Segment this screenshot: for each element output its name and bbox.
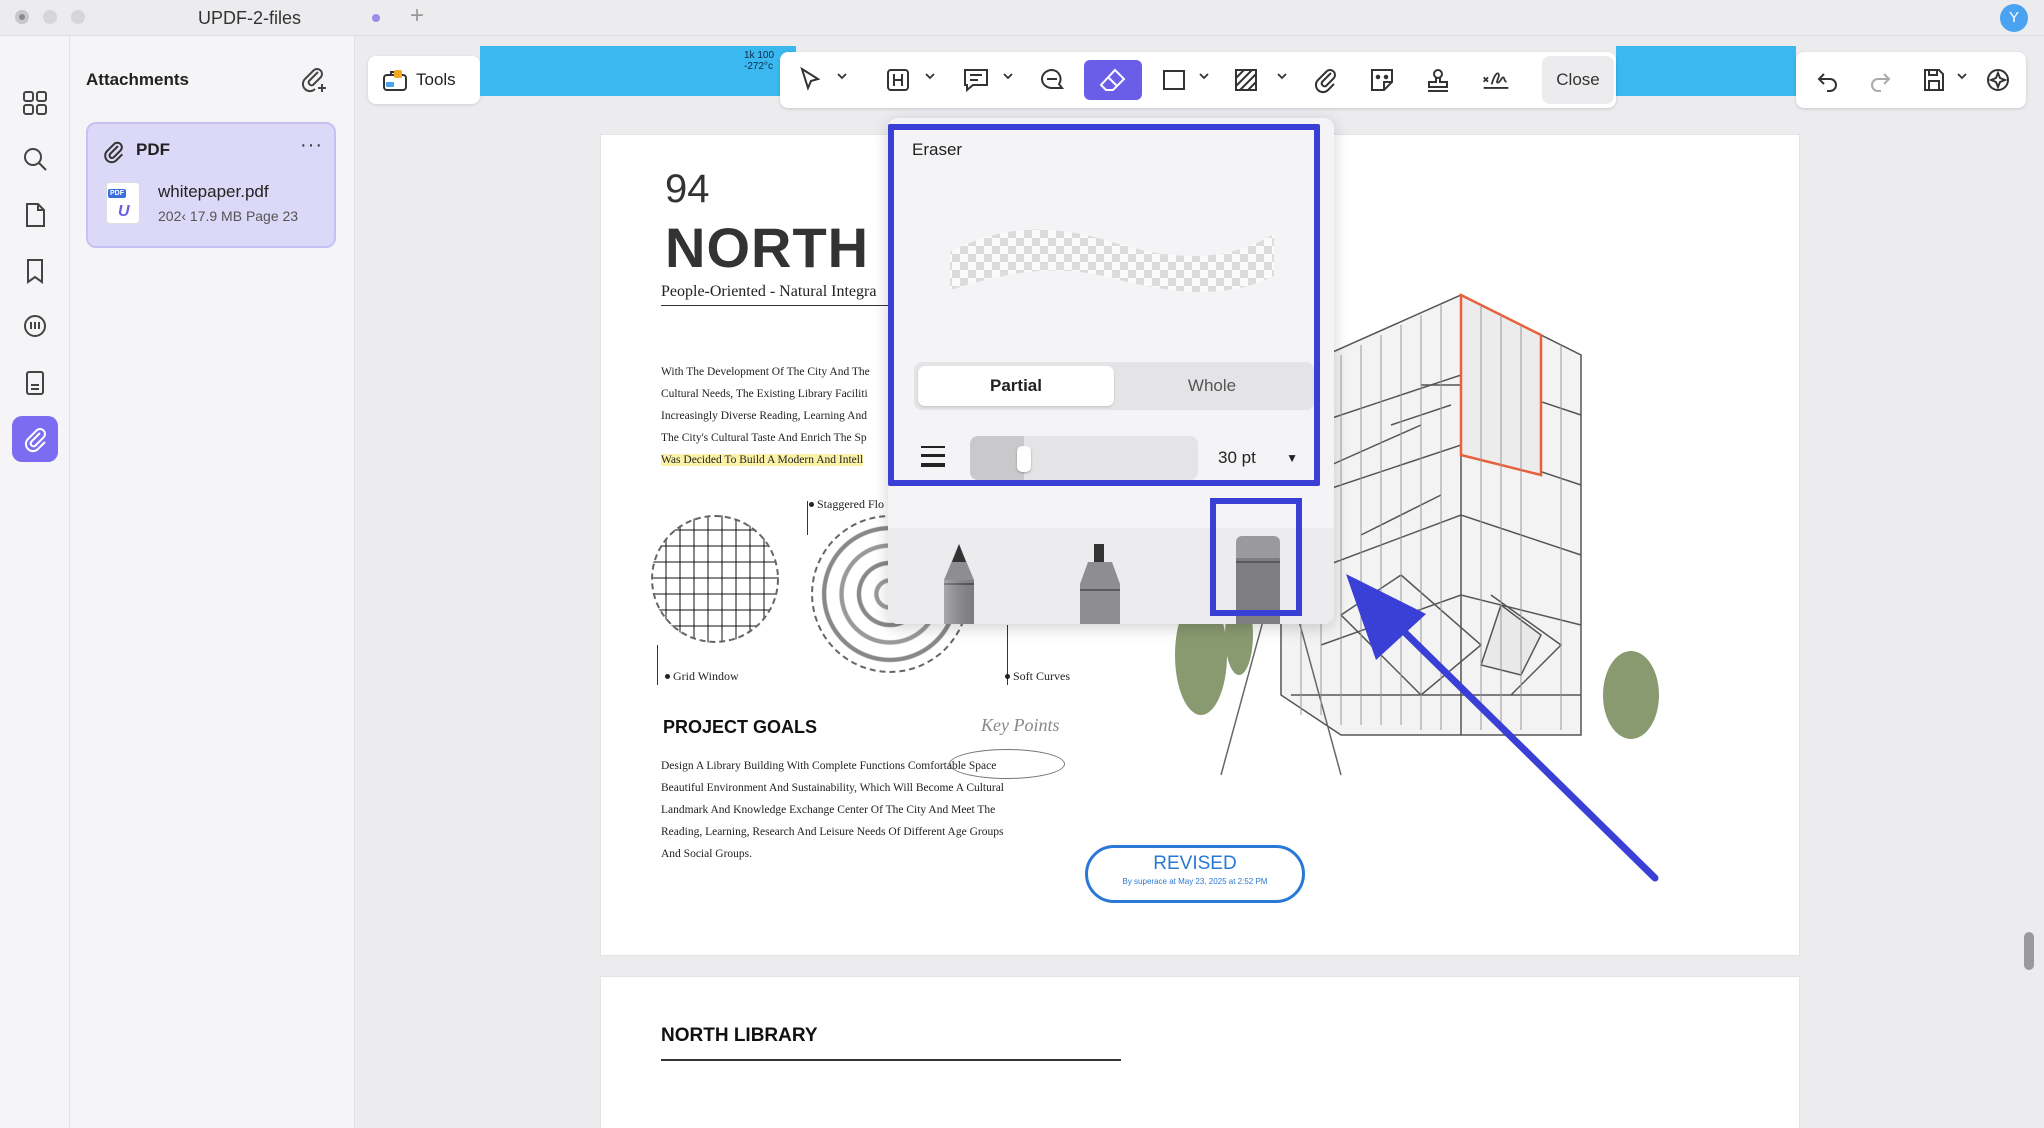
stamp-icon[interactable] xyxy=(1418,60,1458,100)
eraser-icon[interactable] xyxy=(1084,60,1142,100)
attachment-card[interactable]: PDF ··· PDF U whitepaper.pdf 202‹ 17.9 M… xyxy=(86,122,336,248)
highlight-icon[interactable] xyxy=(878,60,918,100)
close-toolbar-button[interactable]: Close xyxy=(1542,56,1614,104)
pages-icon[interactable] xyxy=(12,192,58,238)
intro-text: With The Development Of The City And The… xyxy=(661,366,870,466)
tools-button[interactable]: Tools xyxy=(368,56,480,104)
eraser-popover: Eraser Partial Whole 30 pt ▼ xyxy=(888,118,1334,624)
callout-soft-curves: Soft Curves xyxy=(1005,669,1070,683)
redo-icon[interactable] xyxy=(1862,60,1898,100)
new-tab-button[interactable]: + xyxy=(410,4,424,28)
grid-window-image xyxy=(651,515,779,643)
marker-tip-icon[interactable] xyxy=(1074,540,1126,624)
add-attachment-icon[interactable] xyxy=(298,64,328,94)
callout-grid-window: Grid Window xyxy=(665,669,739,683)
pencil-tip-icon[interactable] xyxy=(938,540,980,624)
page2-title: NORTH LIBRARY xyxy=(661,1025,818,1046)
pointer-arrow-annotation xyxy=(1346,574,1659,882)
attachment-icon[interactable] xyxy=(1306,60,1346,100)
chevron-down-icon[interactable] xyxy=(1276,70,1288,82)
bookmark-icon[interactable] xyxy=(12,248,58,294)
page-preview-strip: 1k 100 -272°c xyxy=(480,46,796,96)
paperclip-icon xyxy=(104,141,124,164)
eraser-settings-highlight xyxy=(888,124,1320,486)
tab-title[interactable]: UPDF-2-files xyxy=(198,8,301,29)
panel-title: Attachments xyxy=(86,70,189,89)
file-meta: 202‹ 17.9 MB Page 23 xyxy=(158,208,299,224)
select-icon[interactable] xyxy=(790,60,830,100)
project-goals-title: PROJECT GOALS xyxy=(663,717,818,737)
page-preview-strip-right xyxy=(1616,46,1796,96)
page-number: 94 xyxy=(665,167,710,211)
selected-tip-highlight xyxy=(1210,498,1302,616)
search-icon[interactable] xyxy=(12,136,58,182)
unsaved-dot-icon xyxy=(372,14,380,22)
file-name: whitepaper.pdf xyxy=(158,182,269,201)
organize-icon[interactable] xyxy=(12,360,58,406)
comments-icon[interactable] xyxy=(12,304,58,350)
save-icon[interactable] xyxy=(1916,60,1952,100)
zoom-window-button[interactable] xyxy=(71,10,85,24)
toolbox-icon xyxy=(383,70,407,91)
chevron-down-icon[interactable] xyxy=(1002,70,1014,82)
text-comment-icon[interactable] xyxy=(956,60,996,100)
attachment-type: PDF xyxy=(136,140,170,159)
more-options-button[interactable]: ··· xyxy=(300,134,323,157)
minimize-window-button[interactable] xyxy=(43,10,57,24)
page-subheading: People-Oriented - Natural Integra xyxy=(661,283,877,300)
close-window-button[interactable] xyxy=(15,10,29,24)
vertical-scrollbar[interactable] xyxy=(2024,932,2034,970)
annotation-toolbar xyxy=(780,52,1616,108)
sticker-icon[interactable] xyxy=(1362,60,1402,100)
area-fill-icon[interactable] xyxy=(1226,60,1266,100)
signature-icon[interactable] xyxy=(1474,60,1518,100)
thumbnails-icon[interactable] xyxy=(12,80,58,126)
attachments-icon[interactable] xyxy=(12,416,58,462)
chevron-down-icon[interactable] xyxy=(836,70,848,82)
undo-icon[interactable] xyxy=(1810,60,1846,100)
page-heading: NORTH L xyxy=(665,216,921,279)
avatar[interactable]: Y xyxy=(2000,4,2028,32)
chevron-down-icon[interactable] xyxy=(1956,70,1968,82)
ai-assistant-icon[interactable] xyxy=(1980,60,2016,100)
title-bar: UPDF-2-files + Y xyxy=(0,0,2044,36)
right-toolbar xyxy=(1796,52,2026,108)
chevron-down-icon[interactable] xyxy=(924,70,936,82)
left-rail xyxy=(0,36,70,1128)
pdf-file-icon: PDF U xyxy=(106,182,140,224)
rectangle-icon[interactable] xyxy=(1154,60,1194,100)
sticky-note-icon[interactable] xyxy=(1032,60,1072,100)
page2-rule xyxy=(661,1059,1121,1061)
callout-staggered: Staggered Flo xyxy=(809,497,884,511)
document-page-2: NORTH LIBRARY xyxy=(600,976,1800,1128)
heading-rule xyxy=(661,305,921,306)
attachments-panel: Attachments PDF ··· PDF U whitepaper.pdf… xyxy=(70,36,355,1128)
revised-stamp[interactable]: REVISED By superace at May 23, 2025 at 2… xyxy=(1085,845,1305,903)
key-points-annotation[interactable]: Key Points xyxy=(981,715,1060,736)
project-goals-text: Design A Library Building With Complete … xyxy=(661,760,1005,860)
chevron-down-icon[interactable] xyxy=(1198,70,1210,82)
